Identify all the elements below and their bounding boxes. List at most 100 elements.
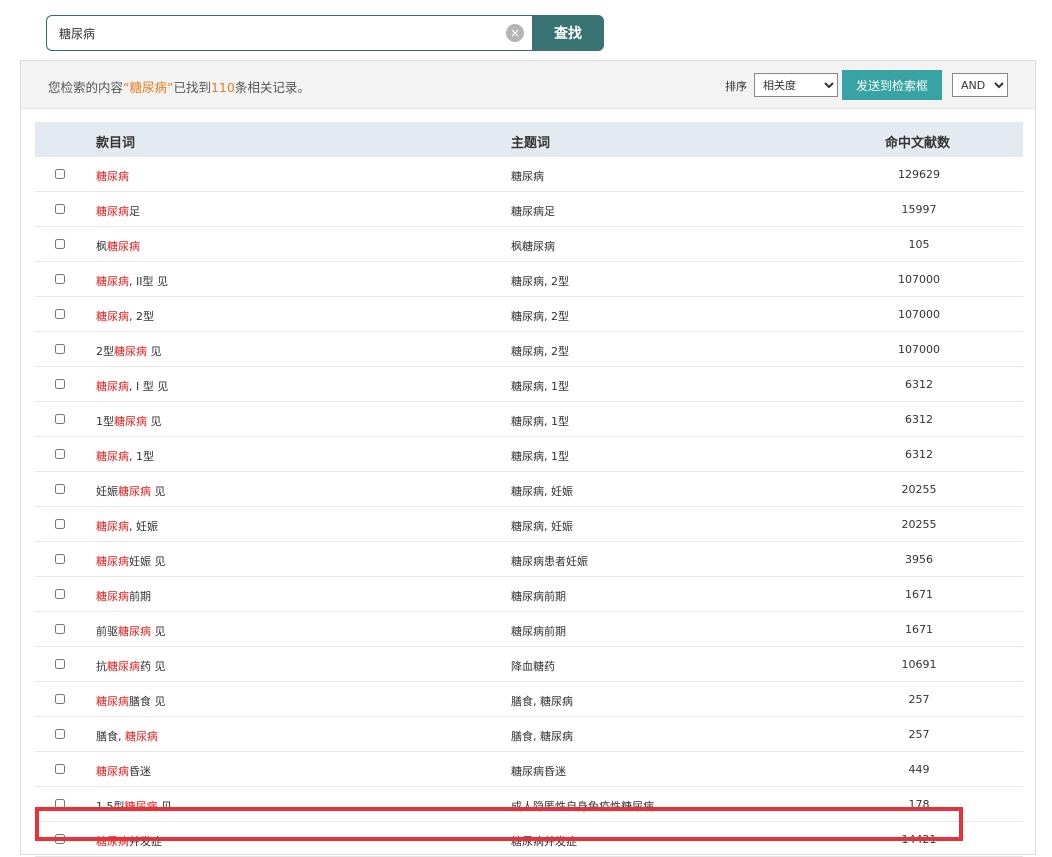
row-checkbox[interactable] xyxy=(55,274,65,284)
row-checkbox[interactable] xyxy=(55,799,65,809)
entry-term-link[interactable]: 糖尿病 xyxy=(96,168,129,184)
sort-select[interactable]: 相关度 xyxy=(754,73,838,97)
entry-term-highlight: 糖尿病 xyxy=(96,170,129,183)
entry-term-link[interactable]: 糖尿病并发症 xyxy=(96,833,162,849)
subject-term: 糖尿病并发症 xyxy=(511,835,577,848)
header-subject-term: 主题词 xyxy=(511,136,551,151)
entry-term-link[interactable]: 前驱糖尿病 见 xyxy=(96,623,166,639)
entry-term-suffix: 见 xyxy=(147,345,162,358)
subject-term: 糖尿病, 2型 xyxy=(511,275,569,288)
entry-term-link[interactable]: 糖尿病膳食 见 xyxy=(96,693,166,709)
table-row[interactable]: 糖尿病并发症 糖尿病并发症 14421 xyxy=(35,822,1023,857)
hit-count: 20255 xyxy=(901,483,937,496)
entry-term-suffix: 妊娠 见 xyxy=(129,555,166,568)
entry-term-link[interactable]: 糖尿病, 妊娠 xyxy=(96,518,158,534)
entry-term-link[interactable]: 枫糖尿病 xyxy=(96,238,140,254)
entry-term-suffix: 膳食 见 xyxy=(129,695,166,708)
row-checkbox[interactable] xyxy=(55,519,65,529)
table-row[interactable]: 糖尿病, I 型 见 糖尿病, 1型 6312 xyxy=(35,367,1023,402)
entry-term-link[interactable]: 糖尿病, 2型 xyxy=(96,308,154,324)
table-row[interactable]: 糖尿病膳食 见 膳食, 糖尿病 257 xyxy=(35,682,1023,717)
hit-count: 107000 xyxy=(898,343,940,356)
row-checkbox[interactable] xyxy=(55,764,65,774)
entry-term-link[interactable]: 1型糖尿病 见 xyxy=(96,413,162,429)
logic-operator-select[interactable]: AND xyxy=(952,73,1008,97)
send-to-search-button[interactable]: 发送到检索框 xyxy=(842,70,942,100)
row-checkbox[interactable] xyxy=(55,589,65,599)
entry-term-highlight: 糖尿病 xyxy=(114,415,147,428)
entry-term-link[interactable]: 糖尿病足 xyxy=(96,203,140,219)
search-button[interactable]: 查找 xyxy=(532,15,604,51)
hit-count: 15997 xyxy=(901,203,937,216)
table-row[interactable]: 糖尿病, 1型 糖尿病, 1型 6312 xyxy=(35,437,1023,472)
table-row[interactable]: 膳食, 糖尿病 膳食, 糖尿病 257 xyxy=(35,717,1023,752)
row-checkbox[interactable] xyxy=(55,694,65,704)
entry-term-highlight: 糖尿病 xyxy=(96,520,129,533)
entry-term-link[interactable]: 糖尿病, I 型 见 xyxy=(96,378,168,394)
entry-term-link[interactable]: 1.5型糖尿病 见 xyxy=(96,798,172,814)
entry-term-suffix: 见 xyxy=(151,485,166,498)
result-summary: 您检索的内容“糖尿病”已找到110条相关记录。 xyxy=(48,77,310,96)
subject-term: 糖尿病, 1型 xyxy=(511,380,569,393)
entry-term-highlight: 糖尿病 xyxy=(96,450,129,463)
entry-term-highlight: 糖尿病 xyxy=(118,625,151,638)
row-checkbox[interactable] xyxy=(55,554,65,564)
row-checkbox[interactable] xyxy=(55,484,65,494)
entry-term-link[interactable]: 糖尿病, II型 见 xyxy=(96,273,168,289)
entry-term-suffix: 昏迷 xyxy=(129,765,151,778)
search-input[interactable] xyxy=(46,15,532,51)
table-row[interactable]: 糖尿病, 妊娠 糖尿病, 妊娠 20255 xyxy=(35,507,1023,542)
row-checkbox[interactable] xyxy=(55,414,65,424)
table-row[interactable]: 糖尿病, II型 见 糖尿病, 2型 107000 xyxy=(35,262,1023,297)
entry-term-link[interactable]: 糖尿病, 1型 xyxy=(96,448,154,464)
row-checkbox[interactable] xyxy=(55,239,65,249)
table-row[interactable]: 糖尿病妊娠 见 糖尿病患者妊娠 3956 xyxy=(35,542,1023,577)
entry-term-suffix: , 妊娠 xyxy=(129,520,158,533)
table-row[interactable]: 2型糖尿病 见 糖尿病, 2型 107000 xyxy=(35,332,1023,367)
table-header: 款目词 主题词 命中文献数 xyxy=(35,122,1023,157)
summary-prefix: 您检索的内容 xyxy=(48,80,124,95)
summary-suffix: 条相关记录。 xyxy=(234,80,310,95)
row-checkbox[interactable] xyxy=(55,449,65,459)
table-row[interactable]: 抗糖尿病药 见 降血糖药 10691 xyxy=(35,647,1023,682)
table-row[interactable]: 妊娠糖尿病 见 糖尿病, 妊娠 20255 xyxy=(35,472,1023,507)
row-checkbox[interactable] xyxy=(55,309,65,319)
row-checkbox[interactable] xyxy=(55,204,65,214)
hit-count: 257 xyxy=(908,728,930,741)
hit-count: 6312 xyxy=(905,378,933,391)
table-row[interactable]: 糖尿病 糖尿病 129629 xyxy=(35,157,1023,192)
entry-term-link[interactable]: 糖尿病妊娠 见 xyxy=(96,553,166,569)
row-checkbox[interactable] xyxy=(55,169,65,179)
summary-middle: 已找到 xyxy=(173,80,211,95)
row-checkbox[interactable] xyxy=(55,729,65,739)
row-checkbox[interactable] xyxy=(55,344,65,354)
table-row[interactable]: 糖尿病, 2型 糖尿病, 2型 107000 xyxy=(35,297,1023,332)
entry-term-link[interactable]: 糖尿病昏迷 xyxy=(96,763,151,779)
entry-term-suffix: , I 型 见 xyxy=(129,380,169,393)
hit-count: 105 xyxy=(908,238,930,251)
entry-term-link[interactable]: 抗糖尿病药 见 xyxy=(96,658,166,674)
table-row[interactable]: 糖尿病足 糖尿病足 15997 xyxy=(35,192,1023,227)
clear-icon[interactable]: × xyxy=(506,24,524,42)
entry-term-link[interactable]: 膳食, 糖尿病 xyxy=(96,728,158,744)
table-row[interactable]: 1.5型糖尿病 见 成人隐匿性自身免疫性糖尿病 178 xyxy=(35,787,1023,822)
table-row[interactable]: 糖尿病昏迷 糖尿病昏迷 449 xyxy=(35,752,1023,787)
search-bar: × 查找 xyxy=(46,15,604,51)
row-checkbox[interactable] xyxy=(55,379,65,389)
table-row[interactable]: 1型糖尿病 见 糖尿病, 1型 6312 xyxy=(35,402,1023,437)
entry-term-highlight: 糖尿病 xyxy=(96,835,129,848)
subject-term: 糖尿病, 2型 xyxy=(511,310,569,323)
entry-term-suffix: , II型 见 xyxy=(129,275,168,288)
row-checkbox[interactable] xyxy=(55,659,65,669)
summary-bar: 您检索的内容“糖尿病”已找到110条相关记录。 排序 相关度 发送到检索框 AN… xyxy=(21,61,1035,109)
entry-term-link[interactable]: 妊娠糖尿病 见 xyxy=(96,483,166,499)
row-checkbox[interactable] xyxy=(55,834,65,844)
entry-term-link[interactable]: 糖尿病前期 xyxy=(96,588,151,604)
entry-term-link[interactable]: 2型糖尿病 见 xyxy=(96,343,162,359)
subject-term: 成人隐匿性自身免疫性糖尿病 xyxy=(511,800,654,813)
table-row[interactable]: 枫糖尿病 枫糖尿病 105 xyxy=(35,227,1023,262)
header-hit-count: 命中文献数 xyxy=(885,136,951,151)
table-row[interactable]: 前驱糖尿病 见 糖尿病前期 1671 xyxy=(35,612,1023,647)
table-row[interactable]: 糖尿病前期 糖尿病前期 1671 xyxy=(35,577,1023,612)
row-checkbox[interactable] xyxy=(55,624,65,634)
